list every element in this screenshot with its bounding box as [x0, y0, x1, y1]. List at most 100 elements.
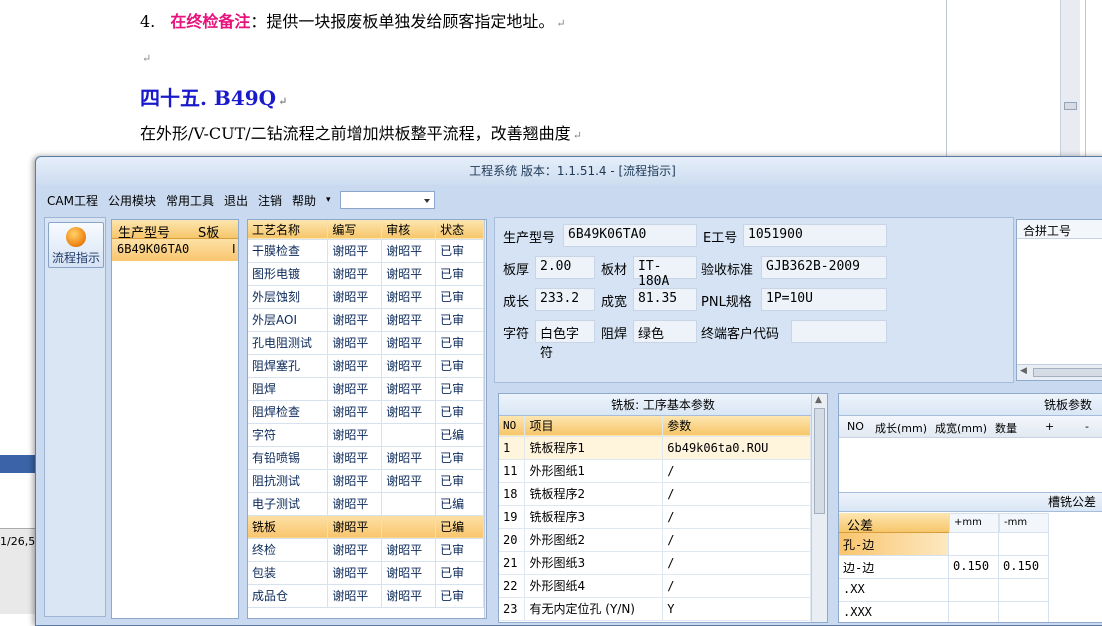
cell-reviewer: 谢昭平 — [381, 538, 437, 562]
mill-header-width[interactable]: 成宽(mm) — [935, 420, 987, 436]
header-no[interactable]: NO — [499, 416, 526, 437]
field-material[interactable]: IT-180A — [633, 256, 697, 289]
menu-tools[interactable]: 常用工具 — [161, 192, 219, 209]
table-row[interactable]: 23 有无内定位孔 (Y/N) Y — [499, 597, 811, 621]
cell-item: 有无内定位孔 (Y/N) — [524, 597, 664, 621]
cell-status: 已审 — [435, 308, 484, 332]
table-row[interactable]: 包装 谢昭平 谢昭平 已审 — [248, 561, 484, 585]
table-row[interactable]: 阻焊塞孔 谢昭平 谢昭平 已审 — [248, 354, 484, 378]
table-row[interactable]: 外层AOI 谢昭平 谢昭平 已审 — [248, 308, 484, 332]
header-reviewer[interactable]: 审核 — [381, 220, 437, 240]
toolbar-combo[interactable] — [339, 191, 435, 209]
table-row[interactable]: 成品仓 谢昭平 谢昭平 已审 — [248, 584, 484, 608]
field-solder-mask[interactable]: 绿色 — [633, 320, 697, 343]
cell-status: 已审 — [435, 354, 484, 378]
mill-header-length[interactable]: 成长(mm) — [875, 420, 927, 436]
table-row[interactable]: 阻焊 谢昭平 谢昭平 已审 — [248, 377, 484, 401]
header-param[interactable]: 参数 — [662, 416, 811, 437]
merge-hscrollbar[interactable]: ◀ — [1017, 364, 1102, 380]
table-row[interactable]: 铣板 谢昭平 已编 — [248, 515, 484, 539]
table-row[interactable]: .XX — [839, 579, 1049, 602]
table-row[interactable]: 图形电镀 谢昭平 谢昭平 已审 — [248, 262, 484, 286]
tolerance-header-name[interactable]: 公差 — [839, 513, 949, 533]
table-row[interactable]: 21 外形图纸3/ — [499, 551, 811, 575]
field-thickness[interactable]: 2.00 — [535, 256, 595, 279]
merge-hscroll-thumb[interactable] — [1033, 368, 1102, 377]
scroll-left-icon[interactable]: ◀ — [1020, 366, 1027, 376]
table-row[interactable]: 干膜检查 谢昭平 谢昭平 已审 — [248, 239, 484, 263]
table-row[interactable]: .XXX — [839, 602, 1049, 622]
header-merge[interactable]: 合拼工号 — [1017, 220, 1102, 239]
mill-header-qty[interactable]: 数量 — [995, 420, 1017, 436]
field-model[interactable]: 6B49K06TA0 — [563, 224, 697, 247]
table-row[interactable]: 阻焊检查 谢昭平 谢昭平 已审 — [248, 400, 484, 424]
field-eno[interactable]: 1051900 — [743, 224, 887, 247]
cell-status: 已审 — [435, 469, 484, 493]
header-item[interactable]: 项目 — [524, 416, 664, 437]
field-pnl[interactable]: 1P=10U — [761, 288, 887, 311]
table-row[interactable]: 字符 谢昭平 已编 — [248, 423, 484, 447]
mill-header-minus[interactable]: - — [1085, 420, 1089, 433]
mill-header-plus[interactable]: + — [1045, 420, 1054, 433]
table-row[interactable]: 终检 谢昭平 谢昭平 已审 — [248, 538, 484, 562]
table-row[interactable]: 电子测试 谢昭平 已编 — [248, 492, 484, 516]
table-row[interactable]: 边-边 0.150 0.150 — [839, 556, 1049, 579]
cell-value: / — [662, 574, 811, 598]
table-row[interactable]: 1 铣板程序1 6b49k06ta0.ROU — [499, 436, 811, 460]
field-character[interactable]: 白色字符 — [535, 320, 595, 361]
params-scroll-thumb[interactable] — [814, 408, 825, 514]
table-row[interactable]: 22 外形图纸4/ — [499, 574, 811, 598]
cell-minus: 0.150 — [999, 556, 1049, 579]
doc-scrollbar[interactable] — [1060, 0, 1080, 160]
cell-name: 外层蚀刻 — [248, 285, 329, 309]
menu-exit[interactable]: 退出 — [219, 192, 253, 209]
menu-overflow-icon[interactable]: ▾ — [321, 195, 336, 205]
menu-logout[interactable]: 注销 — [253, 192, 287, 209]
cell-status: 已审 — [435, 377, 484, 401]
field-standard[interactable]: GJB362B-2009 — [761, 256, 887, 279]
tolerance-header-minus[interactable]: -mm — [999, 513, 1049, 533]
doc-status-bar: 1/26,5 — [0, 528, 36, 614]
cell-no: 11 — [499, 459, 526, 483]
process-guide-button[interactable]: 流程指示 — [48, 222, 104, 268]
table-row[interactable]: 19 铣板程序3/ — [499, 505, 811, 529]
tolerance-header-plus[interactable]: +mm — [949, 513, 999, 533]
cell-minus — [999, 602, 1049, 622]
doc-scrollbar-thumb[interactable] — [1064, 102, 1077, 110]
menu-public-module[interactable]: 公用模块 — [103, 192, 161, 209]
process-scrollbar[interactable] — [484, 220, 486, 618]
table-row[interactable]: 有铅喷锡 谢昭平 谢昭平 已审 — [248, 446, 484, 470]
cell-status: 已审 — [435, 239, 484, 263]
table-row[interactable]: 外层蚀刻 谢昭平 谢昭平 已审 — [248, 285, 484, 309]
table-row[interactable]: 18 铣板程序2/ — [499, 482, 811, 506]
page-border — [1085, 0, 1086, 160]
cell-writer: 谢昭平 — [327, 492, 383, 516]
table-row[interactable]: 20 外形图纸2/ — [499, 528, 811, 552]
cell-plus: 0.150 — [949, 556, 999, 579]
menu-cam[interactable]: CAM工程 — [42, 192, 103, 209]
cell-item: 外形图纸3 — [524, 551, 664, 575]
cell-name: .XX — [839, 579, 949, 602]
cell-plus — [949, 602, 999, 622]
table-row[interactable]: 6B49K06TA0 I — [112, 239, 238, 261]
mill-panel: 铣板参数 NO 成长(mm) 成宽(mm) 数量 + - 槽铣公差 公差 +mm… — [838, 393, 1102, 623]
mill-header-no[interactable]: NO — [847, 420, 864, 433]
table-row[interactable]: 阻抗测试 谢昭平 谢昭平 已审 — [248, 469, 484, 493]
table-row[interactable]: 孔-边 — [839, 533, 1049, 556]
field-length[interactable]: 233.2 — [535, 288, 595, 311]
cell-name: 外层AOI — [248, 308, 329, 332]
header-process[interactable]: 工艺名称 — [248, 220, 329, 240]
params-scrollbar[interactable]: ▲ — [811, 394, 827, 622]
process-table: 工艺名称 编写 审核 状态 干膜检查 谢昭平 谢昭平 已审 图形电镀 谢昭平 谢昭平 已审 外层… — [248, 220, 484, 608]
scroll-up-icon[interactable]: ▲ — [815, 395, 822, 405]
menu-help[interactable]: 帮助 — [287, 192, 321, 209]
table-row[interactable]: 11 外形图纸1/ — [499, 459, 811, 483]
cell-value: / — [662, 505, 811, 529]
field-width[interactable]: 81.35 — [633, 288, 697, 311]
cell-reviewer: 谢昭平 — [381, 354, 437, 378]
field-customer-code[interactable] — [791, 320, 887, 343]
table-row[interactable]: 孔电阻测试 谢昭平 谢昭平 已审 — [248, 331, 484, 355]
cell-reviewer — [381, 492, 437, 516]
header-status[interactable]: 状态 — [435, 220, 484, 240]
header-writer[interactable]: 编写 — [327, 220, 383, 240]
